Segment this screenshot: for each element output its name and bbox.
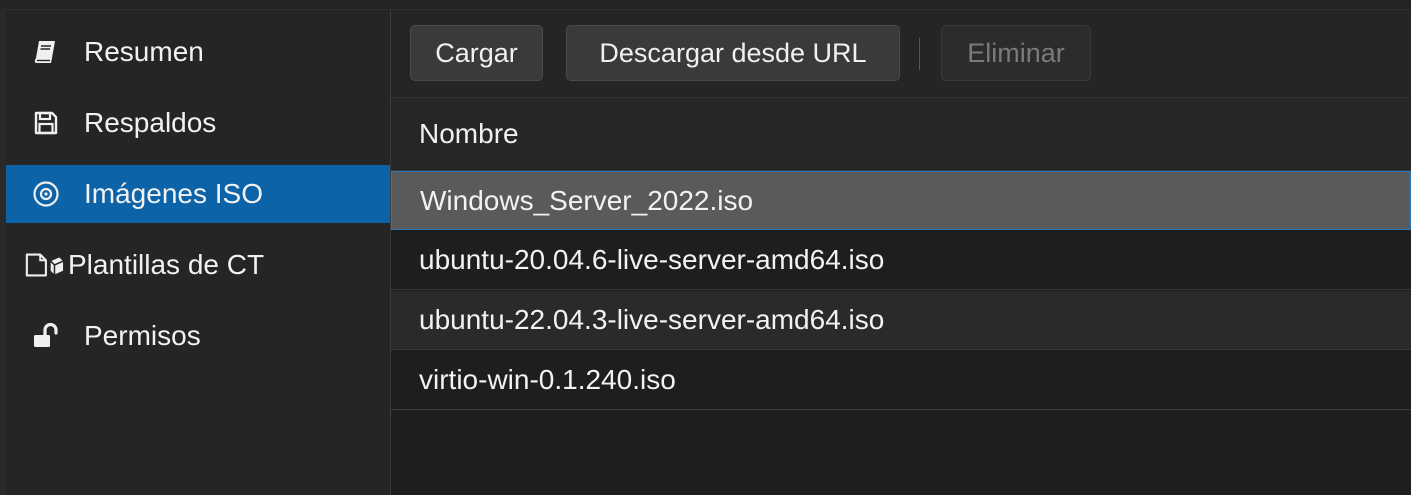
container-template-icon <box>24 251 64 279</box>
remove-button[interactable]: Eliminar <box>941 25 1091 81</box>
disc-icon <box>26 180 66 208</box>
upload-button[interactable]: Cargar <box>410 25 543 81</box>
sidebar-item-imagenes-iso[interactable]: Imágenes ISO <box>6 165 390 223</box>
sidebar-item-label: Resumen <box>84 36 204 67</box>
unlock-icon <box>26 323 66 349</box>
column-header-name[interactable]: Nombre <box>419 118 519 150</box>
grid-header: Nombre <box>391 98 1411 171</box>
sidebar-item-label: Imágenes ISO <box>84 178 263 209</box>
file-name-cell: ubuntu-20.04.6-live-server-amd64.iso <box>419 244 885 275</box>
storage-content-panel: Resumen Respaldos Imágenes ISO Plantilla… <box>0 0 1411 495</box>
table-row[interactable]: ubuntu-20.04.6-live-server-amd64.iso <box>391 231 1411 290</box>
floppy-disk-icon <box>26 110 66 136</box>
sidebar: Resumen Respaldos Imágenes ISO Plantilla… <box>6 10 391 495</box>
sidebar-item-label: Plantillas de CT <box>68 249 265 280</box>
sidebar-item-respaldos[interactable]: Respaldos <box>6 94 390 152</box>
book-icon <box>26 39 66 65</box>
file-name-cell: Windows_Server_2022.iso <box>420 184 754 216</box>
toolbar: Cargar Descargar desde URL Eliminar <box>391 10 1411 98</box>
iso-images-panel: Cargar Descargar desde URL Eliminar Nomb… <box>391 10 1411 495</box>
sidebar-item-permisos[interactable]: Permisos <box>6 307 390 365</box>
sidebar-item-label: Permisos <box>84 320 201 351</box>
file-name-cell: ubuntu-22.04.3-live-server-amd64.iso <box>419 304 885 335</box>
sidebar-item-label: Respaldos <box>84 107 217 138</box>
table-row[interactable]: Windows_Server_2022.iso <box>391 171 1411 230</box>
file-name-cell: virtio-win-0.1.240.iso <box>419 364 676 395</box>
table-row[interactable]: virtio-win-0.1.240.iso <box>391 351 1411 410</box>
table-row[interactable]: ubuntu-22.04.3-live-server-amd64.iso <box>391 291 1411 350</box>
sidebar-item-resumen[interactable]: Resumen <box>6 23 390 81</box>
download-from-url-button[interactable]: Descargar desde URL <box>566 25 900 81</box>
sidebar-item-plantillas-de-ct[interactable]: Plantillas de CT <box>6 236 390 294</box>
toolbar-separator <box>919 38 920 70</box>
top-edge <box>0 0 1411 10</box>
